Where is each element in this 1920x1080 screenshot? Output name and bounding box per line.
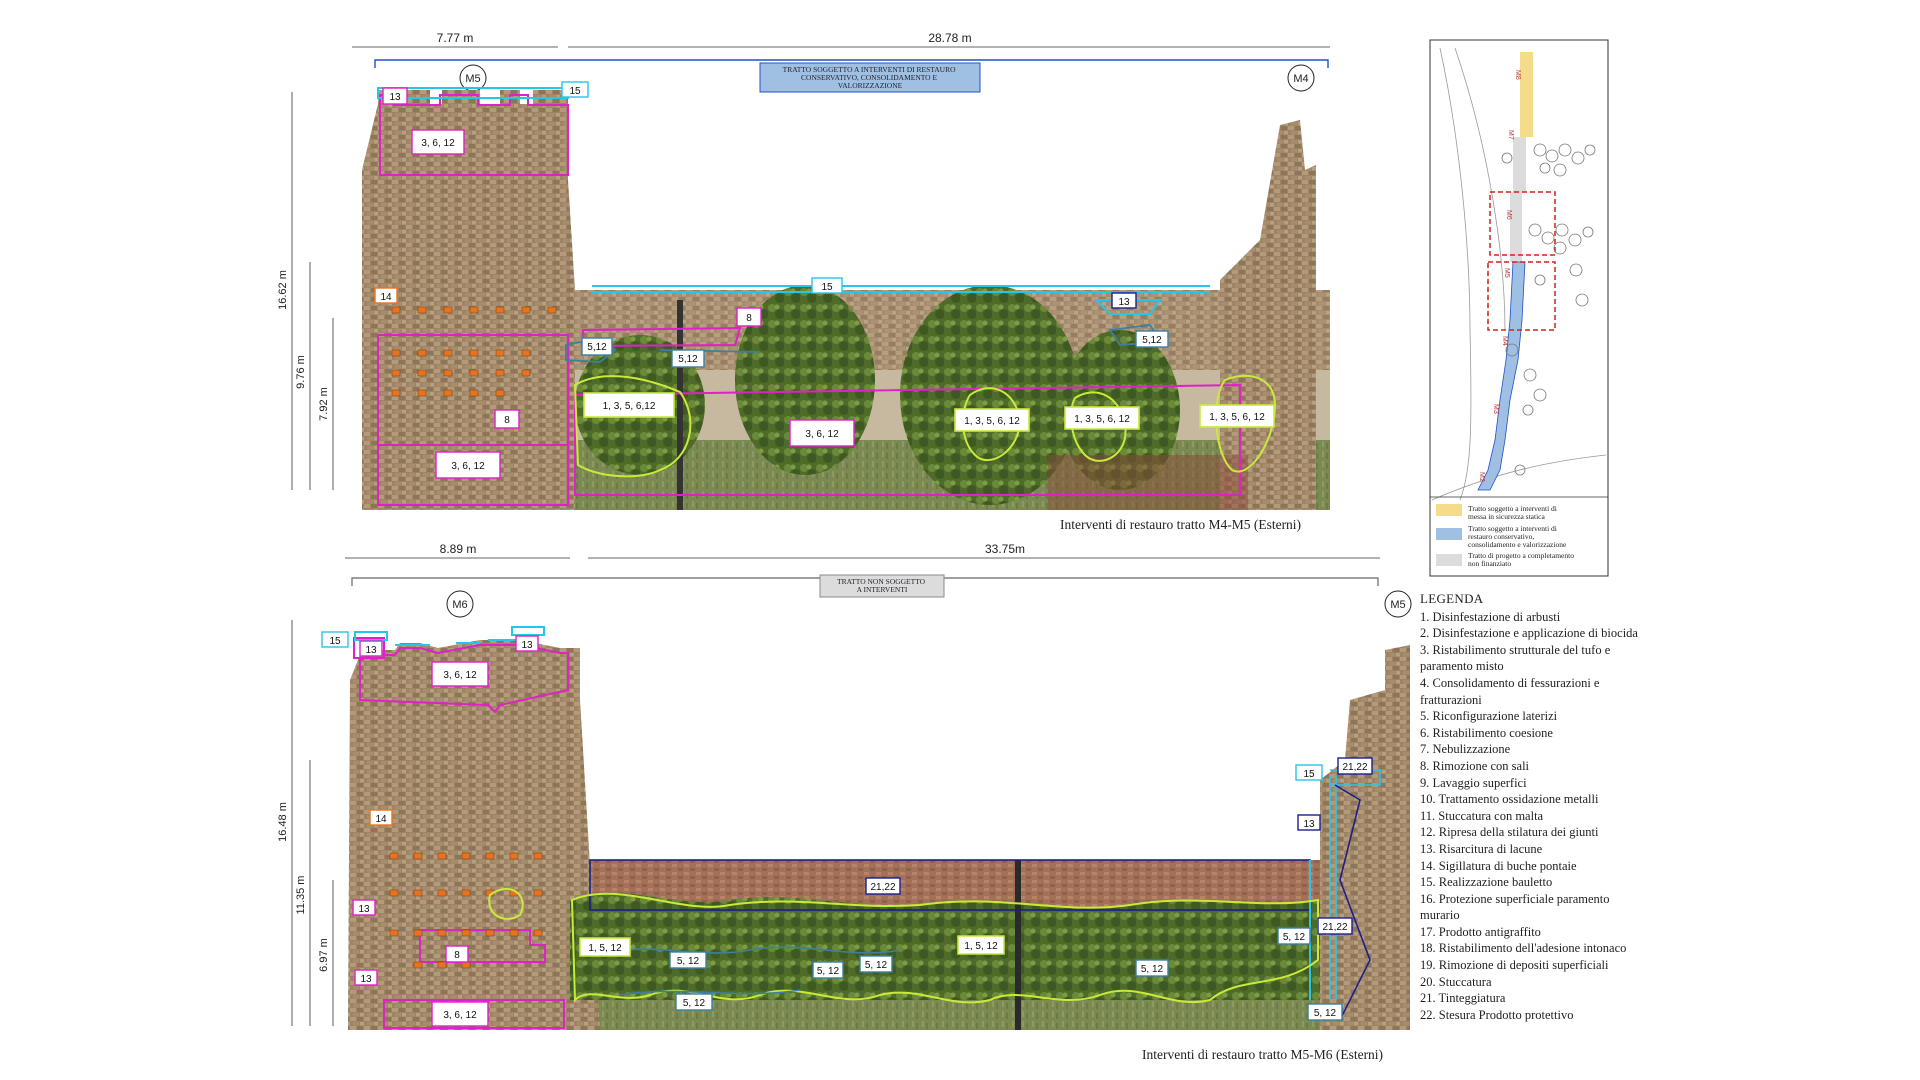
bottom-label-512c: 5, 12 [865,960,888,971]
bottom-label-3612a: 3, 6, 12 [443,670,477,681]
legend: LEGENDA 1. Disinfestazione di arbusti 2. … [1420,591,1640,1023]
legend-item: 21. Tinteggiatura [1420,991,1506,1006]
legend-item: 7. Nebulizzazione [1420,742,1511,757]
map-label-m8: M8 [1514,70,1521,80]
bottom-label-13a: 13 [365,645,377,656]
legend-item: 10. Trattamento ossidazione metalli [1420,792,1599,807]
bottom-label-13d: 13 [360,974,372,985]
bottom-label-2122r: 21,22 [1342,762,1367,773]
map-legend-swatch-2 [1436,528,1462,540]
top-height-1: 16.62 m [277,270,289,310]
legend-item: 20. Stuccatura [1420,974,1492,989]
bottom-dim-left: 8.89 m [440,542,477,556]
map-legend-swatch-1 [1436,504,1462,516]
top-label-135612d: 1, 3, 5, 6, 12 [1209,412,1265,423]
legend-item: 13. Risarcitura di lacune [1420,841,1543,856]
bottom-dim-right: 33.75m [985,542,1025,556]
keyplan-map: M8 M7 M6 M5 M4 M3 M2 Tratto soggetto a i… [1429,39,1609,577]
top-elevation: 7.77 m 28.78 m TRATTO SOGGETTO A INTERVE… [277,31,1330,532]
top-label-3612c: 3, 6, 12 [805,429,839,440]
legend-item: 17. Prodotto antigraffito [1420,924,1541,939]
legend-item: 4. Consolidamento di fessurazioni e frat… [1420,675,1600,707]
bottom-height-2: 11.35 m [295,876,307,915]
legend-item: 22. Stesura Prodotto protettivo [1420,1007,1574,1022]
top-label-135612b: 1, 3, 5, 6, 12 [964,416,1020,427]
bottom-label-15r: 15 [1303,769,1315,780]
map-legend-swatch-3 [1436,554,1462,566]
top-label-13b: 13 [1118,297,1130,308]
legend-item: 3. Ristabilimento strutturale del tufo e… [1420,642,1611,674]
legend-item: 12. Ripresa della stilatura dei giunti [1420,825,1599,840]
bottom-label-512g: 5, 12 [1314,1008,1337,1019]
legend-item: 14. Sigillatura di buche pontaie [1420,858,1577,873]
top-label-8b: 8 [746,313,752,324]
legend-title: LEGENDA [1420,591,1484,606]
top-dim-left: 7.77 m [437,31,474,45]
bottom-caption: Interventi di restauro tratto M5-M6 (Est… [1142,1047,1383,1062]
legend-item: 6. Ristabilimento coesione [1420,725,1553,740]
bottom-label-14: 14 [375,814,387,825]
bottom-height-1: 16.48 m [277,802,289,842]
bottom-label-512a: 5, 12 [677,956,700,967]
map-label-m5: M5 [1503,268,1510,278]
map-label-m7: M7 [1507,130,1514,140]
top-label-135612: 1, 3, 5, 6,12 [603,401,656,412]
bottom-label-13b: 13 [521,640,533,651]
bottom-marker-right: M5 [1390,599,1405,611]
bottom-label-512e: 5, 12 [1141,964,1164,975]
bottom-label-2122b: 21,22 [1322,922,1347,933]
map-legend-1: Tratto soggetto a interventi di messa in … [1468,504,1557,521]
bottom-label-1512a: 1, 5, 12 [588,943,622,954]
legend-item: 15. Realizzazione bauletto [1420,875,1553,890]
top-label-135612c: 1, 3, 5, 6, 12 [1074,414,1130,425]
map-label-m4: M4 [1501,336,1508,346]
bottom-label-1512b: 1, 5, 12 [964,941,998,952]
bottom-label-15: 15 [329,636,341,647]
top-dim-right: 28.78 m [928,31,971,45]
top-label-15b: 15 [821,282,833,293]
bottom-height-3: 6.97 m [318,938,330,972]
top-caption: Interventi di restauro tratto M4-M5 (Est… [1060,517,1301,532]
legend-item: 8. Rimozione con sali [1420,758,1530,773]
bottom-label-512b: 5, 12 [817,966,840,977]
bottom-label-512f: 5, 12 [1283,932,1306,943]
bottom-label-2122a: 21,22 [870,882,895,893]
top-label-512b: 5,12 [678,354,698,365]
legend-item: 18. Ristabilimento dell'adesione intonac… [1420,941,1627,956]
top-label-15a: 15 [569,86,581,97]
top-label-512c: 5,12 [1142,335,1162,346]
legend-item: 2. Disinfestazione e applicazione di bio… [1420,626,1638,641]
legend-item: 9. Lavaggio superfici [1420,775,1527,790]
top-label-3612a: 3, 6, 12 [421,138,455,149]
legend-list: 1. Disinfestazione di arbusti 2. Disinfes… [1420,609,1640,1024]
top-label-14: 14 [380,292,392,303]
top-label-13: 13 [389,92,401,103]
map-label-m2: M2 [1478,472,1485,482]
top-label-512a: 5,12 [587,342,607,353]
bottom-label-8: 8 [454,950,460,961]
bottom-marker-left: M6 [452,599,467,611]
bottom-elevation: 8.89 m 33.75m TRATTO NON SOGGETTO A INTE… [277,542,1412,1062]
legend-item: 16. Protezione superficiale paramento mu… [1420,891,1610,923]
bottom-label-13c: 13 [358,904,370,915]
legend-item: 19. Rimozione di depositi superficiali [1420,958,1609,973]
top-marker-left: M5 [465,73,480,85]
top-height-3: 7.92 m [318,387,330,421]
legend-item: 11. Stuccatura con malta [1420,808,1544,823]
top-label-8a: 8 [504,415,510,426]
bottom-label-3612b: 3, 6, 12 [443,1010,477,1021]
legend-item: 5. Riconfigurazione laterizi [1420,709,1558,724]
top-height-2: 9.76 m [295,355,307,389]
top-label-3612b: 3, 6, 12 [451,461,485,472]
bottom-label-13r: 13 [1303,819,1315,830]
map-label-m6: M6 [1505,210,1512,220]
top-marker-right: M4 [1293,73,1308,85]
bottom-label-512d: 5, 12 [683,998,706,1009]
map-label-m3: M3 [1492,404,1499,414]
legend-item: 1. Disinfestazione di arbusti [1420,609,1561,624]
